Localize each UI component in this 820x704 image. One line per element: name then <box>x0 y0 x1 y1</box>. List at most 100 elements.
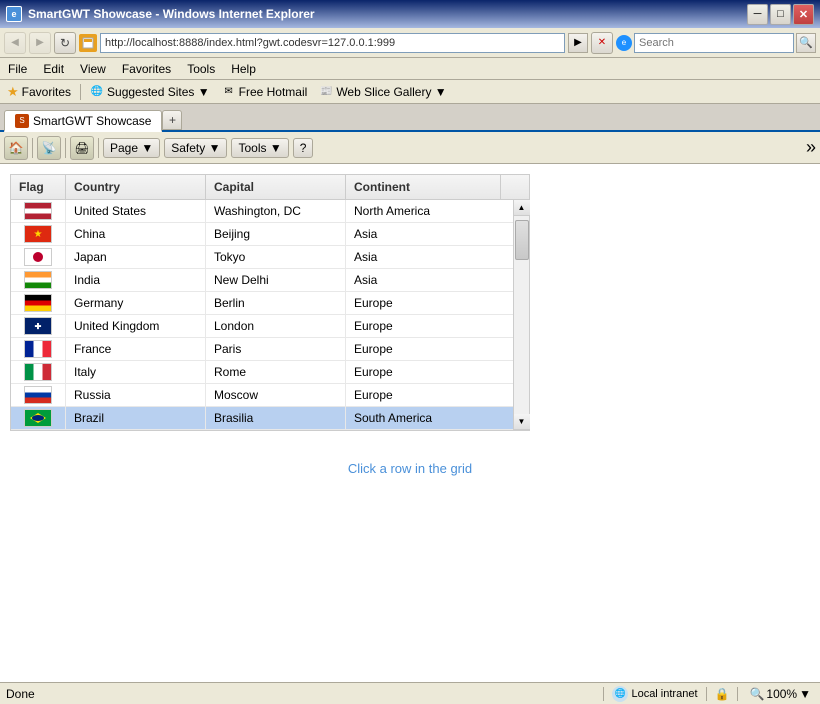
country-cell: Germany <box>66 292 206 314</box>
table-row[interactable]: GermanyBerlinEurope <box>11 292 529 315</box>
forward-button[interactable]: ▶ <box>29 32 51 54</box>
suggested-sites-icon: 🌐 <box>90 85 104 99</box>
tab-bar: S SmartGWT Showcase + <box>0 104 820 132</box>
table-row[interactable]: ✚United KingdomLondonEurope <box>11 315 529 338</box>
status-divider-2 <box>706 687 707 701</box>
favorites-label: Favorites <box>22 85 71 99</box>
continent-cell: Europe <box>346 292 501 314</box>
rss-icon[interactable]: 📡 <box>37 136 61 160</box>
app-icon: e <box>6 6 22 22</box>
flag-cell <box>11 361 66 383</box>
flag-cell: ✚ <box>11 315 66 337</box>
toolbar-separator-3 <box>98 138 99 158</box>
continent-cell: North America <box>346 200 501 222</box>
country-cell: Brazil <box>66 407 206 429</box>
status-bar: Done 🌐 Local intranet 🔒 🔍 100% ▼ <box>0 682 820 704</box>
flag-cell <box>11 407 66 429</box>
continent-cell: Europe <box>346 338 501 360</box>
menu-favorites[interactable]: Favorites <box>118 61 175 77</box>
scroll-up-button[interactable]: ▲ <box>514 200 530 216</box>
menu-bar: File Edit View Favorites Tools Help <box>0 58 820 80</box>
favorites-separator <box>80 84 81 100</box>
flag-cell: ★ <box>11 223 66 245</box>
safety-button[interactable]: Safety ▼ <box>164 138 227 158</box>
tools-button[interactable]: Tools ▼ <box>231 138 288 158</box>
capital-cell: Paris <box>206 338 346 360</box>
title-bar-left: e SmartGWT Showcase - Windows Internet E… <box>6 6 315 22</box>
status-text: Done <box>6 687 595 701</box>
address-input[interactable] <box>100 33 565 53</box>
table-row[interactable]: ItalyRomeEurope <box>11 361 529 384</box>
print-icon[interactable]: 🖨 <box>70 136 94 160</box>
table-row[interactable]: United StatesWashington, DCNorth America <box>11 200 529 223</box>
flag-cell <box>11 269 66 291</box>
page-button[interactable]: Page ▼ <box>103 138 160 158</box>
col-header-capital: Capital <box>206 175 346 199</box>
web-slice-icon: 📰 <box>319 85 333 99</box>
menu-edit[interactable]: Edit <box>39 61 68 77</box>
suggested-sites-item[interactable]: 🌐 Suggested Sites ▼ <box>87 84 213 100</box>
security-indicator: 🔒 <box>715 687 730 701</box>
home-icon[interactable]: 🏠 <box>4 136 28 160</box>
title-bar: e SmartGWT Showcase - Windows Internet E… <box>0 0 820 28</box>
tab-label: SmartGWT Showcase <box>33 114 151 128</box>
search-go-button[interactable]: 🔍 <box>796 33 816 53</box>
close-button[interactable]: ✕ <box>793 4 814 25</box>
menu-tools[interactable]: Tools <box>183 61 219 77</box>
menu-help[interactable]: Help <box>227 61 260 77</box>
new-tab-button[interactable]: + <box>162 110 182 130</box>
table-row[interactable]: IndiaNew DelhiAsia <box>11 269 529 292</box>
favorites-star-icon: ★ <box>7 84 19 100</box>
country-cell: India <box>66 269 206 291</box>
window-title: SmartGWT Showcase - Windows Internet Exp… <box>28 7 315 21</box>
free-hotmail-label: Free Hotmail <box>239 85 308 99</box>
grid-body: United StatesWashington, DCNorth America… <box>11 200 529 430</box>
help-button[interactable]: ? <box>293 138 314 158</box>
toolbar-separator-2 <box>65 138 66 158</box>
go-button[interactable]: ▶ <box>568 33 588 53</box>
web-slice-gallery-item[interactable]: 📰 Web Slice Gallery ▼ <box>316 84 449 100</box>
country-cell: United States <box>66 200 206 222</box>
flag-cell <box>11 246 66 268</box>
grid-header: Flag Country Capital Continent <box>11 175 529 200</box>
main-tab[interactable]: S SmartGWT Showcase <box>4 110 162 132</box>
toolbar-row: 🏠 📡 🖨 Page ▼ Safety ▼ Tools ▼ ? » <box>0 132 820 164</box>
table-row[interactable]: RussiaMoscowEurope <box>11 384 529 407</box>
favorites-bar: ★ Favorites 🌐 Suggested Sites ▼ ✉ Free H… <box>0 80 820 104</box>
capital-cell: Washington, DC <box>206 200 346 222</box>
zoom-icon: 🔍 <box>749 687 764 701</box>
maximize-button[interactable]: □ <box>770 4 791 25</box>
menu-view[interactable]: View <box>76 61 110 77</box>
scroll-down-button[interactable]: ▼ <box>514 414 530 430</box>
zoom-level: 100% <box>766 687 797 701</box>
scroll-thumb[interactable] <box>515 220 529 260</box>
flag-cell <box>11 292 66 314</box>
table-row[interactable]: BrazilBrasiliaSouth America <box>11 407 529 430</box>
address-bar: ◀ ▶ ↻ ▶ ✕ e 🔍 <box>0 28 820 58</box>
menu-file[interactable]: File <box>4 61 31 77</box>
zoom-chevron-icon: ▼ <box>799 687 811 701</box>
table-row[interactable]: JapanTokyoAsia <box>11 246 529 269</box>
free-hotmail-item[interactable]: ✉ Free Hotmail <box>219 84 311 100</box>
capital-cell: Beijing <box>206 223 346 245</box>
capital-cell: Tokyo <box>206 246 346 268</box>
refresh-page-button[interactable]: ✕ <box>591 32 613 54</box>
table-row[interactable]: FranceParisEurope <box>11 338 529 361</box>
zoom-button[interactable]: 🔍 100% ▼ <box>746 686 814 702</box>
grid-scrollbar[interactable]: ▲ ▼ <box>513 200 529 430</box>
country-cell: United Kingdom <box>66 315 206 337</box>
hotmail-icon: ✉ <box>222 85 236 99</box>
country-grid: Flag Country Capital Continent United St… <box>10 174 530 431</box>
tab-favicon: S <box>15 114 29 128</box>
back-button[interactable]: ◀ <box>4 32 26 54</box>
status-divider-1 <box>603 687 604 701</box>
search-input[interactable] <box>634 33 794 53</box>
minimize-button[interactable]: ─ <box>747 4 768 25</box>
table-row[interactable]: ★ChinaBeijingAsia <box>11 223 529 246</box>
extend-toolbar-button[interactable]: » <box>806 137 816 158</box>
continent-cell: Europe <box>346 315 501 337</box>
refresh-button[interactable]: ↻ <box>54 32 76 54</box>
favorites-button[interactable]: ★ Favorites <box>4 83 74 101</box>
capital-cell: Brasilia <box>206 407 346 429</box>
search-area: e 🔍 <box>616 33 816 53</box>
